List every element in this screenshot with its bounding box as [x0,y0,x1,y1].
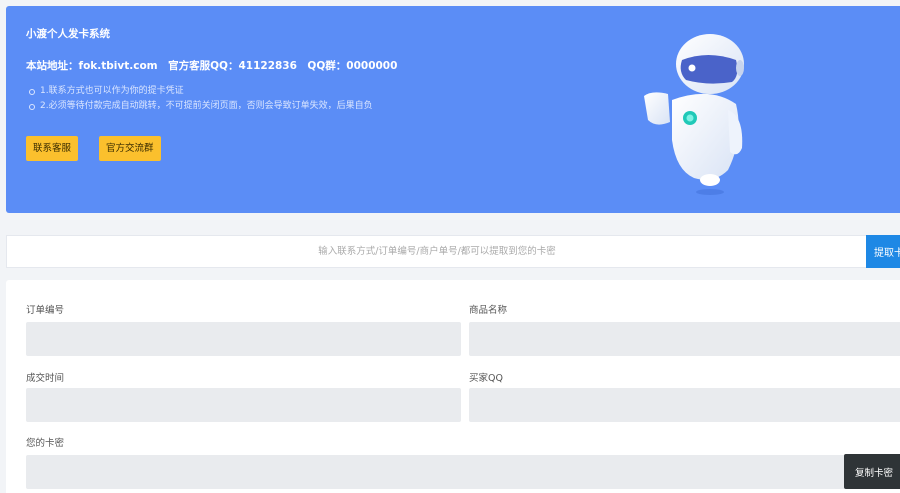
order-no-label: 订单编号 [26,305,65,316]
banner: 小渡个人发卡系统 本站地址：fok.tbivt.com 官方客服QQ：41122… [6,6,900,213]
official-group-button[interactable]: 官方交流群 [99,136,161,161]
robot-illustration [644,34,744,195]
result-panel: 订单编号 商品名称 成交时间 买家QQ 您的卡密 复制卡密 [6,280,900,493]
site-title: 小渡个人发卡系统 [26,28,110,40]
trade-time-label: 成交时间 [26,373,65,384]
notice-list: 1.联系方式也可以作为你的提卡凭证 2.必须等待付款完成自动跳转，不可提前关闭页… [26,84,373,114]
buyer-qq-label: 买家QQ [469,373,503,384]
search-input[interactable] [7,236,867,267]
order-no-field[interactable] [26,322,461,356]
product-name-field[interactable] [469,322,900,356]
site-address-info: 本站地址：fok.tbivt.com 官方客服QQ：41122836 QQ群：0… [26,60,398,72]
notice-item: 2.必须等待付款完成自动跳转，不可提前关闭页面，否则会导致订单失效，后果自负 [26,99,373,114]
trade-time-field[interactable] [26,388,461,422]
extract-card-button[interactable]: 提取卡密 [866,235,900,268]
notice-item: 1.联系方式也可以作为你的提卡凭证 [26,84,373,99]
search-bar: 提取卡密 [6,235,900,268]
buyer-qq-field[interactable] [469,388,900,422]
card-secret-label: 您的卡密 [26,438,65,449]
product-name-label: 商品名称 [469,305,508,316]
copy-card-button[interactable]: 复制卡密 [844,454,900,489]
card-secret-field[interactable] [26,455,900,489]
contact-service-button[interactable]: 联系客服 [26,136,79,161]
